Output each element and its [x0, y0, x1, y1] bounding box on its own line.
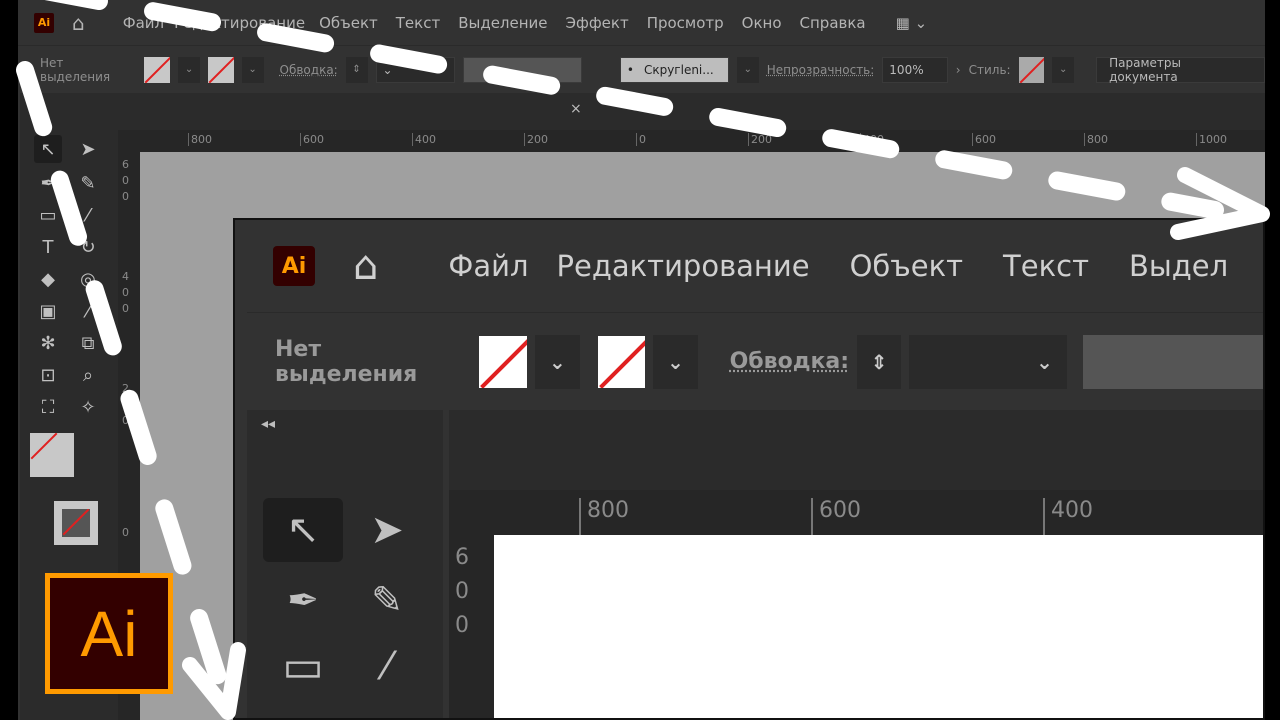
dashed-arrow-down	[16, 61, 231, 699]
dashed-arrows	[16, 0, 1270, 720]
dashed-arrow-right	[44, 0, 1224, 219]
